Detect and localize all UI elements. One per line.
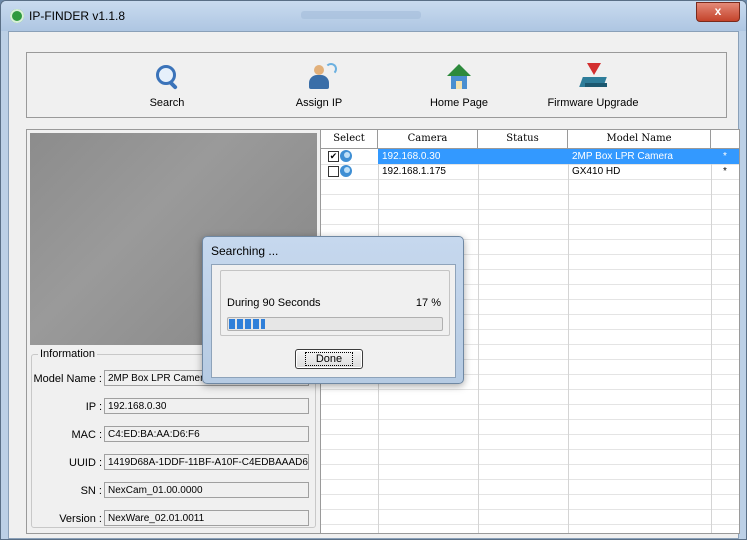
column-divider [478,149,479,533]
dialog-title: Searching ... [211,244,279,258]
table-row[interactable]: 192.168.1.175 GX410 HD * [321,164,739,179]
row-divider [321,434,739,435]
window-title: IP-FINDER v1.1.8 [29,9,126,23]
extra-cell[interactable]: * [711,164,739,179]
assign-ip-button[interactable]: Assign IP [259,63,379,109]
information-legend: Information [38,348,98,360]
info-row-mac: MAC : C4:ED:BA:AA:D6:F6 [32,426,312,444]
camera-cell[interactable]: 192.168.0.30 [378,149,478,164]
status-cell[interactable] [478,149,568,164]
column-header-camera[interactable]: Camera [378,130,478,148]
model-name-cell[interactable]: 2MP Box LPR Camera [568,149,711,164]
table-header: Select Camera Status Model Name [321,130,739,149]
row-divider [321,419,739,420]
title-bar[interactable]: IP-FINDER v1.1.8 x [1,1,746,31]
close-button[interactable]: x [696,2,740,22]
camera-cell[interactable]: 192.168.1.175 [378,164,478,179]
house-icon [445,63,473,91]
row-divider [321,389,739,390]
search-duration-text: During 90 Seconds [227,297,321,309]
info-row-uuid: UUID : 1419D68A-1DDF-11BF-A10F-C4EDBAAAD… [32,454,312,472]
info-row-ip: IP : 192.168.0.30 [32,398,312,416]
firmware-download-icon [579,63,607,91]
firmware-upgrade-button[interactable]: Firmware Upgrade [533,63,653,109]
ip-label: IP : [85,401,102,413]
extra-cell[interactable]: * [711,149,739,164]
toolbar: Search Assign IP Home Page Firmware Upgr… [26,52,727,118]
progress-percent: 17 % [415,297,441,309]
progress-group: During 90 Seconds 17 % [220,270,450,336]
row-divider [321,224,739,225]
select-cell[interactable] [321,164,378,179]
search-button[interactable]: Search [107,63,227,109]
info-row-version: Version : NexWare_02.01.0011 [32,510,312,528]
camera-status-icon [340,165,352,177]
magnifier-icon [153,63,181,91]
column-header-select[interactable]: Select [321,130,378,148]
app-logo-icon [10,9,24,23]
firmware-upgrade-label: Firmware Upgrade [547,97,639,109]
row-divider [321,524,739,525]
model-name-label: Model Name : [33,373,102,385]
column-divider [568,149,569,533]
assign-ip-label: Assign IP [295,97,343,109]
done-button[interactable]: Done [295,349,363,369]
home-page-button[interactable]: Home Page [399,63,519,109]
column-header-model-name[interactable]: Model Name [568,130,711,148]
info-row-sn: SN : NexCam_01.00.0000 [32,482,312,500]
column-header-status[interactable]: Status [478,130,568,148]
status-cell[interactable] [478,164,568,179]
searching-dialog: Searching ... During 90 Seconds 17 % Don… [202,236,464,384]
done-label: Done [304,352,354,366]
mac-field[interactable]: C4:ED:BA:AA:D6:F6 [104,426,309,442]
row-divider [321,179,739,180]
camera-status-icon [340,150,352,162]
search-label: Search [149,97,185,109]
sn-field[interactable]: NexCam_01.00.0000 [104,482,309,498]
progress-fill [229,319,265,329]
row-divider [321,509,739,510]
app-window: IP-FINDER v1.1.8 x Search Assign IP Home… [0,0,747,540]
row-checkbox[interactable] [328,166,339,177]
row-divider [321,449,739,450]
row-divider [321,464,739,465]
person-wireless-icon [305,63,337,91]
progress-bar [227,317,443,331]
row-divider [321,479,739,480]
row-divider [321,194,739,195]
row-divider [321,209,739,210]
uuid-label: UUID : [69,457,102,469]
select-cell[interactable]: ✔ [321,149,378,164]
blurred-title-area [301,11,421,19]
mac-label: MAC : [71,429,102,441]
uuid-field[interactable]: 1419D68A-1DDF-11BF-A10F-C4EDBAAAD6F6 [104,454,309,470]
sn-label: SN : [80,485,102,497]
version-label: Version : [59,513,102,525]
version-field[interactable]: NexWare_02.01.0011 [104,510,309,526]
column-divider [711,149,712,533]
ip-field[interactable]: 192.168.0.30 [104,398,309,414]
home-page-label: Home Page [429,97,489,109]
row-checkbox[interactable]: ✔ [328,151,339,162]
row-divider [321,404,739,405]
dialog-body: During 90 Seconds 17 % Done [211,264,456,378]
model-name-cell[interactable]: GX410 HD [568,164,711,179]
table-row[interactable]: ✔ 192.168.0.30 2MP Box LPR Camera * [321,149,739,164]
column-header-extra[interactable] [711,130,739,148]
row-divider [321,494,739,495]
